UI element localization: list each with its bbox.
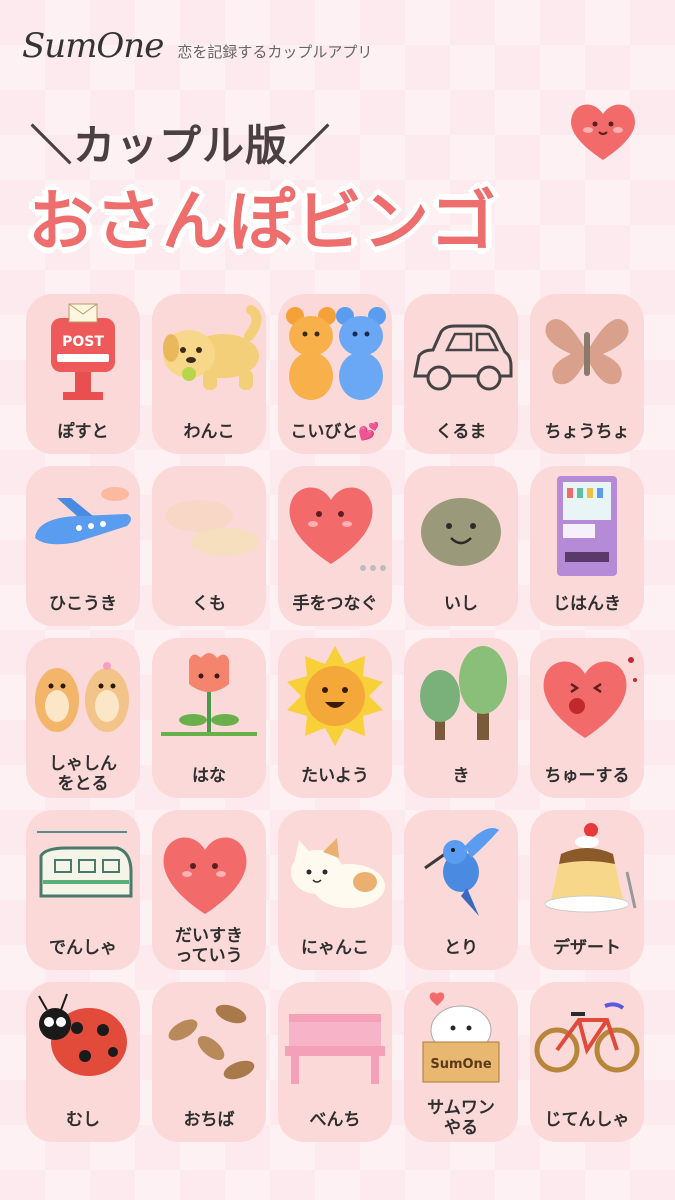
- sun-icon: [287, 646, 383, 746]
- post-text: POST: [62, 334, 104, 350]
- tagline: 恋を記録するカップルアプリ: [177, 43, 373, 61]
- cat-icon: [291, 838, 385, 908]
- bingo-cell-tree[interactable]: き: [404, 638, 518, 798]
- bingo-cell-stone[interactable]: いし: [404, 466, 518, 626]
- bingo-cell-sun[interactable]: たいよう: [278, 638, 392, 798]
- bingo-label: こいびと💕: [290, 422, 380, 442]
- airplane-icon: [35, 487, 131, 545]
- bingo-cell-cloud[interactable]: くも: [152, 466, 266, 626]
- brand-header: SumOne 恋を記録するカップルアプリ: [22, 26, 372, 66]
- bingo-label: だいすき っていう: [175, 926, 243, 966]
- bingo-label: サムワン やる: [427, 1098, 495, 1138]
- sumone-box-icon: SumOne: [422, 992, 500, 1083]
- bingo-cell-vending-machine[interactable]: じはんき: [530, 466, 644, 626]
- bingo-cell-dessert[interactable]: デザート: [530, 810, 644, 970]
- hamsters-camera-icon: [35, 662, 129, 732]
- box-text: SumOne: [430, 1057, 491, 1072]
- bingo-label: ちゅーする: [544, 766, 630, 786]
- tulip-icon: [161, 653, 257, 736]
- bingo-cell-take-photo[interactable]: しゃしん をとる: [26, 638, 140, 798]
- bingo-label: いし: [444, 594, 478, 614]
- ladybug-icon: [38, 993, 127, 1076]
- bingo-label: き: [452, 766, 470, 786]
- trees-icon: [420, 646, 507, 740]
- bingo-cell-flower[interactable]: はな: [152, 638, 266, 798]
- page-title: おさんぽビンゴ: [28, 183, 497, 260]
- cloud-icon: [165, 500, 259, 556]
- bingo-cell-dog[interactable]: わんこ: [152, 294, 266, 454]
- bingo-cell-car[interactable]: くるま: [404, 294, 518, 454]
- heart-speech-icon: [163, 837, 247, 914]
- bingo-grid: POST ぽすと わんこ こいびと💕 くるま ちょうちょ ひこうき くも 手をつ…: [26, 294, 644, 1142]
- pudding-icon: [544, 823, 637, 913]
- bingo-label: ちょうちょ: [544, 422, 630, 442]
- bingo-cell-lovers[interactable]: こいびと💕: [278, 294, 392, 454]
- bingo-cell-kiss[interactable]: ちゅーする: [530, 638, 644, 798]
- bingo-label: じてんしゃ: [544, 1110, 630, 1130]
- bingo-label: はな: [192, 766, 226, 786]
- bingo-cell-airplane[interactable]: ひこうき: [26, 466, 140, 626]
- bingo-label: おちば: [183, 1110, 235, 1130]
- bingo-label: べんち: [309, 1110, 361, 1130]
- bingo-label: くも: [192, 594, 226, 614]
- bench-icon: [285, 1014, 385, 1084]
- leaves-icon: [168, 1004, 255, 1080]
- gummy-bears-icon: [286, 307, 386, 400]
- bingo-cell-cat[interactable]: にゃんこ: [278, 810, 392, 970]
- bingo-label: ひこうき: [49, 594, 117, 614]
- stone-icon: [421, 498, 501, 566]
- bingo-label: くるま: [435, 422, 487, 442]
- bicycle-icon: [534, 1002, 640, 1073]
- bingo-label: じはんき: [553, 594, 621, 614]
- bingo-label: でんしゃ: [49, 938, 117, 958]
- bingo-label: デザート: [553, 938, 621, 958]
- train-icon: [37, 831, 133, 898]
- bingo-cell-train[interactable]: でんしゃ: [26, 810, 140, 970]
- postbox-icon: POST: [51, 303, 115, 400]
- bingo-label: しゃしん をとる: [49, 754, 117, 794]
- bingo-label: わんこ: [183, 422, 235, 442]
- bird-icon: [424, 828, 499, 916]
- bingo-cell-sumone[interactable]: SumOne サムワン やる: [404, 982, 518, 1142]
- butterfly-icon: [545, 318, 629, 385]
- bingo-cell-bicycle[interactable]: じてんしゃ: [530, 982, 644, 1142]
- bingo-label: ぽすと: [57, 422, 109, 442]
- car-icon: [413, 324, 513, 391]
- bingo-cell-postbox[interactable]: POST ぽすと: [26, 294, 140, 454]
- vending-machine-icon: [557, 476, 617, 576]
- bingo-label: たいよう: [301, 766, 369, 786]
- heart-kiss-icon: [543, 657, 637, 738]
- bingo-label: 手をつなぐ: [292, 594, 378, 614]
- heart-mascot-icon: [571, 104, 635, 160]
- bingo-cell-say-love[interactable]: だいすき っていう: [152, 810, 266, 970]
- bingo-cell-butterfly[interactable]: ちょうちょ: [530, 294, 644, 454]
- heart-holding-hands-icon: [289, 487, 386, 571]
- bingo-cell-bug[interactable]: むし: [26, 982, 140, 1142]
- dog-icon: [163, 305, 262, 390]
- bingo-label: むし: [66, 1110, 100, 1130]
- bingo-cell-bird[interactable]: とり: [404, 810, 518, 970]
- bingo-label: とり: [444, 938, 478, 958]
- bingo-cell-bench[interactable]: べんち: [278, 982, 392, 1142]
- bingo-label: にゃんこ: [301, 938, 369, 958]
- sumone-logo: SumOne: [22, 26, 164, 66]
- bingo-cell-holding-hands[interactable]: 手をつなぐ: [278, 466, 392, 626]
- subtitle: ＼カップル版／: [30, 121, 332, 170]
- bingo-cell-fallen-leaves[interactable]: おちば: [152, 982, 266, 1142]
